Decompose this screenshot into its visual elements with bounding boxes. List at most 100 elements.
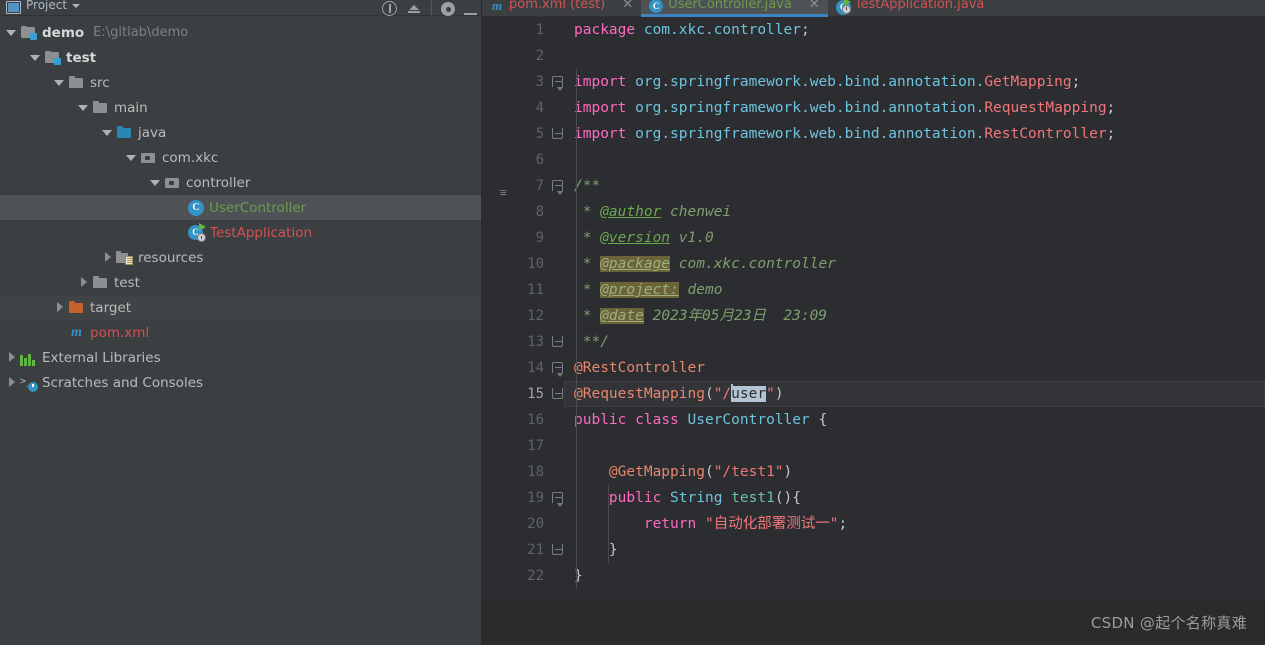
tree-item-external-libraries[interactable]: External Libraries: [0, 345, 481, 370]
fold-end-icon[interactable]: [552, 128, 563, 139]
fold-collapse-icon[interactable]: [552, 492, 563, 507]
fold-region[interactable]: [550, 17, 564, 43]
chevron-down-icon[interactable]: [126, 152, 137, 163]
code-editor[interactable]: 1234567≡891011121314✓1516171819202122 pa…: [482, 17, 1265, 645]
fold-region[interactable]: [550, 407, 564, 433]
code-line[interactable]: @RequestMapping("/user"): [564, 381, 1265, 407]
code-line[interactable]: * @date 2023年05月23日 23:09: [564, 303, 1265, 329]
line-number[interactable]: 8: [482, 199, 550, 225]
fold-collapse-icon[interactable]: [552, 76, 563, 91]
line-number[interactable]: 3: [482, 69, 550, 95]
fold-region[interactable]: [550, 303, 564, 329]
code-line[interactable]: package com.xkc.controller;: [564, 17, 1265, 43]
fold-region[interactable]: [550, 95, 564, 121]
code-line[interactable]: * @author chenwei: [564, 199, 1265, 225]
tree-item-usercontroller[interactable]: C UserController: [0, 195, 481, 220]
project-tree[interactable]: demo E:\gitlab\demo test src main java com.xkc…: [0, 16, 481, 645]
fold-region[interactable]: [550, 147, 564, 173]
tree-item-scratches-and-consoles[interactable]: >_ Scratches and Consoles: [0, 370, 481, 395]
line-number[interactable]: 15: [482, 381, 550, 407]
line-number[interactable]: 13: [482, 329, 550, 355]
chevron-down-icon[interactable]: [6, 27, 17, 38]
fold-region[interactable]: [550, 485, 564, 511]
editor-tab-testapplication-java[interactable]: CTestApplication.java: [828, 0, 993, 16]
line-number[interactable]: 19: [482, 485, 594, 512]
fold-region[interactable]: [550, 43, 564, 69]
fold-region[interactable]: [550, 277, 564, 303]
code-line[interactable]: [564, 147, 1265, 173]
fold-region[interactable]: [550, 121, 564, 147]
line-number[interactable]: 1: [482, 17, 550, 43]
fold-region[interactable]: [550, 381, 564, 407]
tree-item-controller[interactable]: controller: [0, 170, 481, 195]
code-line[interactable]: }: [564, 537, 1265, 563]
code-line[interactable]: return "自动化部署测试一";: [564, 511, 1265, 537]
tree-item-target[interactable]: target: [0, 295, 481, 320]
info-circle-icon[interactable]: [382, 0, 397, 16]
chevron-down-icon[interactable]: [102, 127, 113, 138]
code-line[interactable]: [564, 433, 1265, 459]
line-number[interactable]: 6: [482, 147, 550, 173]
fold-region[interactable]: [550, 459, 564, 485]
code-line[interactable]: [564, 43, 1265, 69]
line-number[interactable]: 7 ≡: [482, 173, 550, 199]
line-number[interactable]: 10: [482, 251, 550, 277]
line-number[interactable]: 14✓: [482, 355, 594, 381]
code-line[interactable]: import org.springframework.web.bind.anno…: [564, 95, 1265, 121]
line-number[interactable]: 20: [482, 511, 550, 537]
close-icon[interactable]: ✕: [809, 0, 820, 12]
fold-end-icon[interactable]: [552, 544, 563, 555]
tree-item-src[interactable]: src: [0, 70, 481, 95]
fold-collapse-icon[interactable]: [552, 362, 563, 377]
close-icon[interactable]: ✕: [622, 0, 633, 12]
line-number[interactable]: 11: [482, 277, 550, 303]
fold-region[interactable]: [550, 433, 564, 459]
minimize-icon[interactable]: [464, 13, 477, 15]
tree-item-java[interactable]: java: [0, 120, 481, 145]
chevron-down-icon[interactable]: [150, 177, 161, 188]
chevron-down-icon[interactable]: [72, 3, 81, 8]
line-number[interactable]: 22: [482, 563, 550, 589]
chevron-right-icon[interactable]: [6, 377, 17, 388]
tree-item-testapplication[interactable]: C TestApplication: [0, 220, 481, 245]
fold-region[interactable]: [550, 225, 564, 251]
tree-item-com-xkc[interactable]: com.xkc: [0, 145, 481, 170]
chevron-right-icon[interactable]: [6, 352, 17, 363]
tree-item-test[interactable]: test: [0, 45, 481, 70]
fold-region[interactable]: [550, 69, 564, 95]
fold-end-icon[interactable]: [552, 388, 563, 399]
fold-region[interactable]: [550, 251, 564, 277]
line-number[interactable]: 17: [482, 433, 550, 459]
line-number[interactable]: 18: [482, 459, 550, 485]
editor-tab-usercontroller-java[interactable]: C UserController.java ✕: [641, 0, 828, 17]
line-number[interactable]: 5: [482, 121, 550, 147]
code-line[interactable]: * @package com.xkc.controller: [564, 251, 1265, 277]
code-line[interactable]: @GetMapping("/test1"): [564, 459, 1265, 485]
fold-region[interactable]: [550, 355, 564, 381]
code-line[interactable]: public String test1(){: [564, 485, 1265, 511]
code-line[interactable]: * @project: demo: [564, 277, 1265, 303]
code-line[interactable]: /**: [564, 173, 1265, 199]
editor-code-text[interactable]: package com.xkc.controller; import org.sp…: [564, 17, 1265, 645]
line-number[interactable]: 9: [482, 225, 550, 251]
fold-region[interactable]: [550, 329, 564, 355]
fold-region[interactable]: [550, 173, 564, 199]
chevron-down-icon[interactable]: [78, 102, 89, 113]
line-number[interactable]: 16: [482, 407, 594, 434]
tree-item-pom-xml[interactable]: m pom.xml: [0, 320, 481, 345]
editor-fold-column[interactable]: [550, 17, 564, 645]
fold-region[interactable]: [550, 537, 564, 563]
code-line[interactable]: **/: [564, 329, 1265, 355]
chevron-right-icon[interactable]: [78, 277, 89, 288]
tree-item-main[interactable]: main: [0, 95, 481, 120]
code-line[interactable]: }: [564, 563, 1265, 589]
project-title-group[interactable]: Project: [6, 0, 81, 15]
fold-collapse-icon[interactable]: [552, 180, 563, 195]
line-number[interactable]: 2: [482, 43, 550, 69]
code-line[interactable]: @RestController: [564, 355, 1265, 381]
gear-icon[interactable]: [441, 2, 455, 16]
tree-item-demo[interactable]: demo E:\gitlab\demo: [0, 20, 481, 45]
code-line[interactable]: * @version v1.0: [564, 225, 1265, 251]
line-number[interactable]: 4: [482, 95, 550, 121]
editor-tab-pom-xml-test-[interactable]: m pom.xml (test) ✕: [482, 0, 641, 16]
